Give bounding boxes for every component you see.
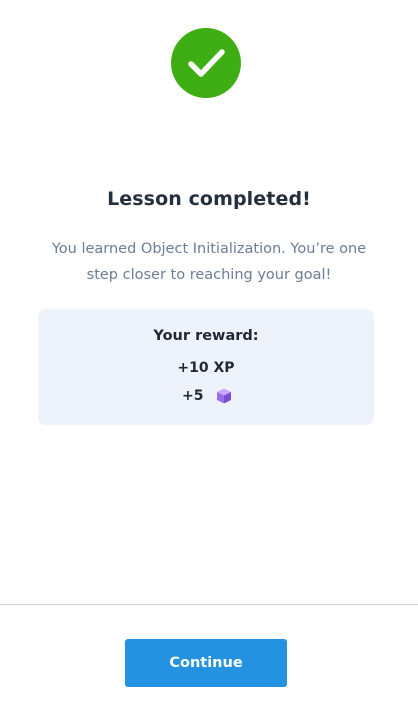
reward-title: Your reward: [153,328,259,344]
checkmark-icon [188,49,225,77]
success-check-icon [171,28,241,98]
footer-divider [0,604,418,605]
continue-button[interactable]: Continue [125,639,287,687]
reward-xp: +10 XP [177,360,235,376]
reward-gem-count: +5 [182,388,204,404]
reward-card: Your reward: +10 XP +5 [38,309,374,425]
gem-cube-icon [215,387,233,405]
reward-gems: +5 [182,385,233,407]
lesson-completed-title: Lesson completed! [107,188,311,210]
lesson-completed-message: You learned Object Initialization. You’r… [51,241,367,283]
